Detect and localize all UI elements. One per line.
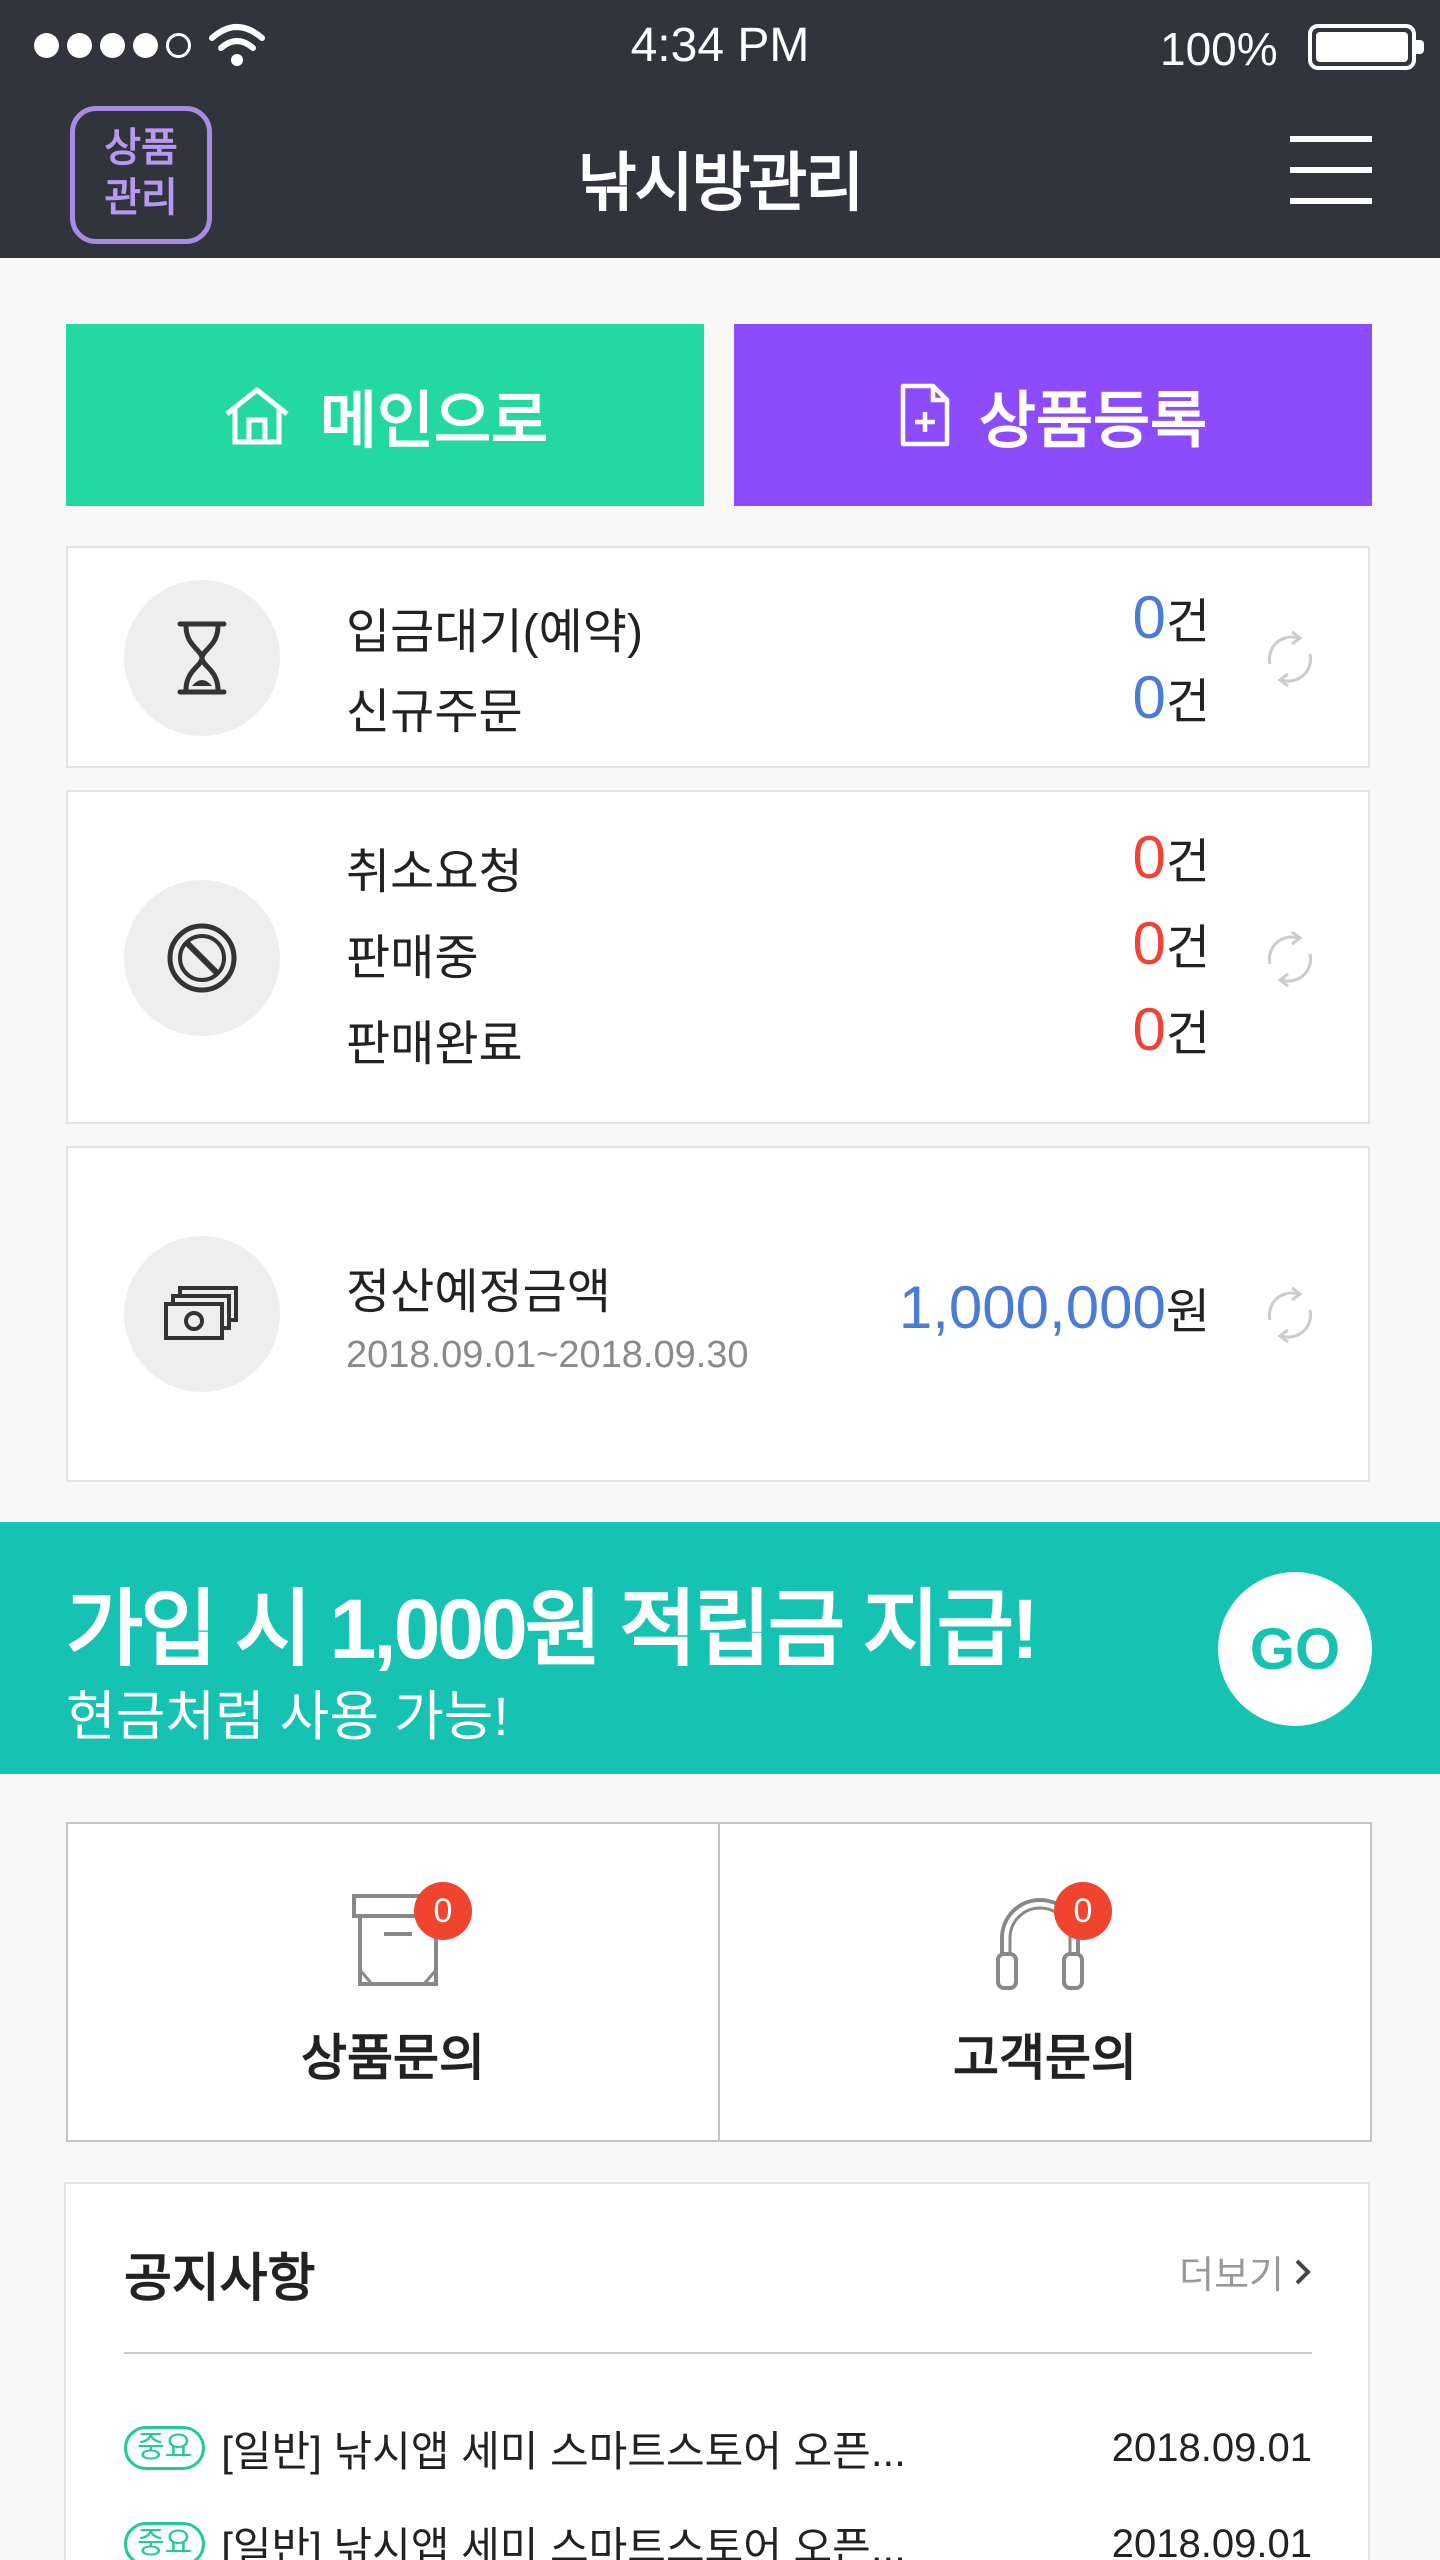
important-tag: 중요 bbox=[124, 2426, 206, 2470]
notice-item-text: [일반] 낚시앱 세미 스마트스토어 오픈... bbox=[221, 2523, 906, 2560]
notice-board: 공지사항 더보기 중요 [일반] 낚시앱 세미 스마트스토어 오픈... 201… bbox=[64, 2182, 1370, 2560]
pending-deposit-label: 입금대기(예약) bbox=[346, 606, 643, 659]
more-label: 더보기 bbox=[1179, 2255, 1284, 2297]
signup-promo-banner[interactable]: 가입 시 1,000원 적립금 지급! 현금처럼 사용 가능! GO bbox=[0, 1522, 1440, 1774]
on-sale-value[interactable]: 0건 bbox=[1132, 908, 1210, 978]
go-main-button[interactable]: 메인으로 bbox=[66, 324, 704, 506]
chevron-right-icon bbox=[1295, 2259, 1311, 2284]
banner-subtitle: 현금처럼 사용 가능! bbox=[66, 1687, 509, 1747]
product-inquiry-label: 상품문의 bbox=[301, 2030, 485, 2086]
sold-out-label: 판매완료 bbox=[346, 1018, 523, 1071]
money-icon bbox=[124, 1236, 280, 1392]
banner-title: 가입 시 1,000원 적립금 지급! bbox=[66, 1582, 1039, 1676]
settlement-label: 정산예정금액 bbox=[346, 1266, 611, 1319]
refresh-icon[interactable] bbox=[1262, 928, 1318, 990]
register-product-label: 상품등록 bbox=[978, 387, 1208, 456]
battery-percent: 100% bbox=[1160, 23, 1278, 75]
refresh-icon[interactable] bbox=[1262, 1284, 1318, 1346]
register-product-button[interactable]: 상품등록 bbox=[734, 324, 1372, 506]
hamburger-menu-icon[interactable] bbox=[1290, 136, 1372, 206]
notice-item-text: [일반] 낚시앱 세미 스마트스토어 오픈... bbox=[221, 2427, 906, 2475]
cancel-request-value[interactable]: 0건 bbox=[1132, 822, 1210, 892]
notice-item[interactable]: 중요 [일반] 낚시앱 세미 스마트스토어 오픈... 2018.09.01 bbox=[124, 2418, 1312, 2478]
customer-inquiry-label: 고객문의 bbox=[953, 2030, 1137, 2086]
document-add-icon bbox=[900, 383, 950, 447]
customer-inquiry-count: 0 bbox=[1054, 1882, 1112, 1940]
order-status-card: 취소요청 0건 판매중 0건 판매완료 0건 bbox=[66, 790, 1370, 1124]
new-order-label: 신규주문 bbox=[346, 686, 523, 739]
new-order-value[interactable]: 0건 bbox=[1132, 662, 1210, 732]
battery-icon bbox=[1308, 24, 1424, 70]
notice-item-date: 2018.09.01 bbox=[1111, 2521, 1312, 2560]
settlement-amount[interactable]: 1,000,000원 bbox=[899, 1272, 1210, 1342]
customer-inquiry-button[interactable]: 0 고객문의 bbox=[718, 1824, 1370, 2140]
status-bar: 4:34 PM 100% bbox=[0, 0, 1440, 92]
refresh-icon[interactable] bbox=[1262, 628, 1318, 690]
notice-title: 공지사항 bbox=[124, 2250, 316, 2308]
hourglass-icon bbox=[124, 580, 280, 736]
product-inquiry-button[interactable]: 0 상품문의 bbox=[68, 1824, 718, 2140]
pending-deposit-value[interactable]: 0건 bbox=[1132, 582, 1210, 652]
inquiry-panel: 0 상품문의 0 고객문의 bbox=[66, 1822, 1372, 2142]
notice-divider bbox=[124, 2352, 1312, 2354]
settlement-period: 2018.09.01~2018.09.30 bbox=[346, 1334, 749, 1376]
pending-orders-card: 입금대기(예약) 0건 신규주문 0건 bbox=[66, 546, 1370, 768]
go-main-label: 메인으로 bbox=[319, 387, 549, 456]
home-icon bbox=[225, 387, 289, 445]
product-inquiry-count: 0 bbox=[414, 1882, 472, 1940]
sold-out-value[interactable]: 0건 bbox=[1132, 994, 1210, 1064]
more-link[interactable]: 더보기 bbox=[1179, 2244, 1312, 2299]
notice-item-date: 2018.09.01 bbox=[1111, 2425, 1312, 2470]
on-sale-label: 판매중 bbox=[346, 932, 479, 985]
notice-item[interactable]: 중요 [일반] 낚시앱 세미 스마트스토어 오픈... 2018.09.01 bbox=[124, 2514, 1312, 2560]
app-header: 상품 관리 낚시방관리 bbox=[0, 92, 1440, 258]
go-button[interactable]: GO bbox=[1218, 1572, 1372, 1726]
page-title: 낚시방관리 bbox=[577, 147, 864, 219]
important-tag: 중요 bbox=[124, 2522, 206, 2560]
settlement-card: 정산예정금액 2018.09.01~2018.09.30 1,000,000원 bbox=[66, 1146, 1370, 1482]
cancel-request-label: 취소요청 bbox=[346, 846, 523, 899]
prohibited-icon bbox=[124, 880, 280, 1036]
